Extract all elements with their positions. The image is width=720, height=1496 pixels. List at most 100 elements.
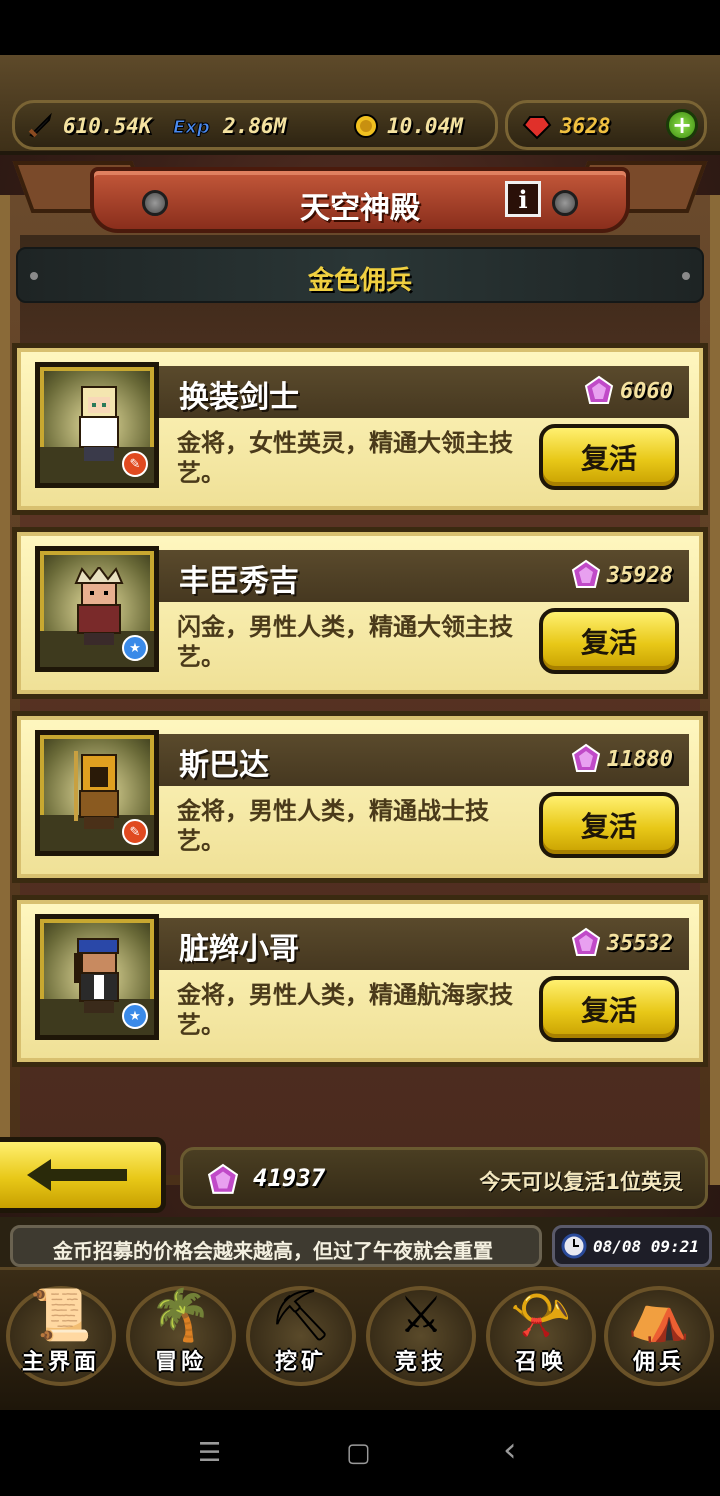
- page-title: 天空神殿: [300, 191, 420, 226]
- hero-card: ✎ 换装剑士 6060 金将，女性英灵，精通大领主技艺。 复活: [12, 343, 708, 515]
- pickaxe-icon: ⛏: [269, 1286, 333, 1344]
- system-nav-bar: ☰ ▢ ‹: [0, 1410, 720, 1496]
- nav-adventure[interactable]: 🌴 冒险: [122, 1272, 240, 1386]
- hero-sprite: [74, 567, 124, 645]
- hero-portrait[interactable]: ★: [35, 914, 159, 1040]
- nav-label: 召唤: [514, 1350, 567, 1375]
- hero-portrait[interactable]: ✎: [35, 730, 159, 856]
- resource-bar: 610.54K Exp 2.86M 10.04M 3628 +: [0, 55, 720, 155]
- title-banner: 天空神殿 i: [90, 167, 630, 233]
- hero-description: 金将，男性人类，精通航海家技艺。: [177, 981, 513, 1039]
- hero-name-bar: 脏辫小哥 35532: [159, 918, 689, 970]
- nav-mercenary[interactable]: ⛺ 佣兵: [600, 1272, 718, 1386]
- ticker-text: 金币招募的价格会越来越高，但过了午夜就会重置: [53, 1239, 493, 1263]
- menu-icon[interactable]: ☰: [198, 1438, 221, 1468]
- news-ticker: 金币招募的价格会越来越高，但过了午夜就会重置: [10, 1225, 542, 1267]
- ruby-group: 3628 +: [505, 100, 707, 150]
- nav-arena[interactable]: ⚔ 竞技: [362, 1272, 480, 1386]
- info-button[interactable]: i: [505, 181, 541, 217]
- revive-button[interactable]: 复活: [539, 608, 679, 674]
- nav-label: 竞技: [394, 1350, 447, 1375]
- hero-card: ★ 脏辫小哥 35532 金将，男性人类，精通航海家技艺。 复活: [12, 895, 708, 1067]
- hero-name: 换装剑士: [179, 380, 299, 415]
- hero-price: 11880: [571, 743, 673, 775]
- ruby-resource: 3628: [522, 111, 611, 141]
- hero-description: 金将，男性人类，精通战士技艺。: [177, 797, 489, 855]
- exp-icon: Exp: [171, 111, 215, 141]
- price-value: 35928: [606, 562, 673, 588]
- back-button[interactable]: [0, 1137, 166, 1213]
- hero-name-bar: 斯巴达 11880: [159, 734, 689, 786]
- price-value: 35532: [606, 930, 673, 956]
- clock: 08/08 09:21: [552, 1225, 712, 1267]
- revive-limit-note: 今天可以复活1位英灵: [479, 1170, 683, 1194]
- ruby-value: 3628: [560, 114, 611, 138]
- section-header: 金色佣兵: [16, 247, 704, 303]
- game-screen: 610.54K Exp 2.86M 10.04M 3628 + 天空神殿 i 金…: [0, 55, 720, 1410]
- class-badge: ★: [122, 1003, 148, 1029]
- class-badge: ✎: [122, 819, 148, 845]
- summon-scroll-icon: 📯: [509, 1286, 573, 1344]
- price-value: 11880: [606, 746, 673, 772]
- exp-resource: Exp 2.86M: [171, 111, 287, 141]
- sword-icon: [25, 111, 55, 141]
- hero-description: 闪金，男性人类，精通大领主技艺。: [177, 613, 513, 671]
- nav-label: 冒险: [154, 1350, 207, 1375]
- hero-description: 金将，女性英灵，精通大领主技艺。: [177, 429, 513, 487]
- gold-coin-icon: [349, 111, 379, 141]
- ruby-icon: [522, 111, 552, 141]
- bottom-nav: 📜 主界面 🌴 冒险 ⛏ 挖矿 ⚔ 竞技 📯 召唤 ⛺ 佣兵: [0, 1267, 720, 1410]
- hero-price: 35928: [571, 559, 673, 591]
- gem-info-bar: 41937 今天可以复活1位英灵: [180, 1147, 708, 1209]
- purple-gem-icon: [571, 743, 600, 772]
- hero-price: 35532: [571, 927, 673, 959]
- nav-summon[interactable]: 📯 召唤: [482, 1272, 600, 1386]
- hero-sprite: [79, 386, 119, 461]
- nav-label: 佣兵: [632, 1350, 685, 1375]
- revive-button[interactable]: 复活: [539, 424, 679, 490]
- purple-gem-icon: [571, 559, 600, 588]
- purple-gem-icon: [571, 927, 600, 956]
- hero-name: 斯巴达: [179, 748, 269, 783]
- home-icon[interactable]: ▢: [346, 1438, 371, 1468]
- hero-name-bar: 丰臣秀吉 35928: [159, 550, 689, 602]
- arrow-left-icon: [27, 1159, 127, 1191]
- gem-count: 41937: [253, 1164, 326, 1192]
- svg-text:Exp: Exp: [173, 117, 210, 138]
- nav-label: 挖矿: [274, 1350, 327, 1375]
- nav-mining[interactable]: ⛏ 挖矿: [242, 1272, 360, 1386]
- add-rubies-button[interactable]: +: [666, 109, 698, 141]
- class-badge: ✎: [122, 451, 148, 477]
- hero-name: 丰臣秀吉: [179, 564, 299, 599]
- hero-sprite: [74, 938, 119, 1013]
- gold-resource: 10.04M: [349, 111, 463, 141]
- island-tree-icon: 🌴: [149, 1286, 213, 1344]
- hero-price: 6060: [584, 375, 673, 407]
- crossed-swords-icon: ⚔: [398, 1286, 444, 1344]
- hero-sprite: [74, 751, 119, 829]
- bolt-icon: [552, 190, 578, 216]
- revive-button[interactable]: 复活: [539, 976, 679, 1042]
- attack-resource: 610.54K: [25, 111, 152, 141]
- class-badge: ★: [122, 635, 148, 661]
- clock-icon: [561, 1233, 587, 1259]
- back-icon[interactable]: ‹: [503, 1430, 517, 1470]
- clock-time: 08/08 09:21: [593, 1236, 699, 1256]
- hero-portrait[interactable]: ✎: [35, 362, 159, 488]
- hero-card: ✎ 斯巴达 11880 金将，男性人类，精通战士技艺。 复活: [12, 711, 708, 883]
- resource-group: 610.54K Exp 2.86M 10.04M: [12, 100, 498, 150]
- nav-label: 主界面: [21, 1350, 100, 1375]
- price-value: 6060: [620, 378, 673, 404]
- purple-gem-icon: [584, 375, 614, 404]
- tent-icon: ⛺: [627, 1286, 691, 1344]
- attack-value: 610.54K: [63, 114, 152, 138]
- nav-home[interactable]: 📜 主界面: [2, 1272, 120, 1386]
- exp-value: 2.86M: [223, 114, 287, 138]
- gold-value: 10.04M: [387, 114, 463, 138]
- purple-gem-icon: [207, 1163, 239, 1194]
- revive-button[interactable]: 复活: [539, 792, 679, 858]
- hero-portrait[interactable]: ★: [35, 546, 159, 672]
- hero-name: 脏辫小哥: [179, 932, 299, 967]
- dot-icon: [682, 272, 690, 280]
- hero-name-bar: 换装剑士 6060: [159, 366, 689, 418]
